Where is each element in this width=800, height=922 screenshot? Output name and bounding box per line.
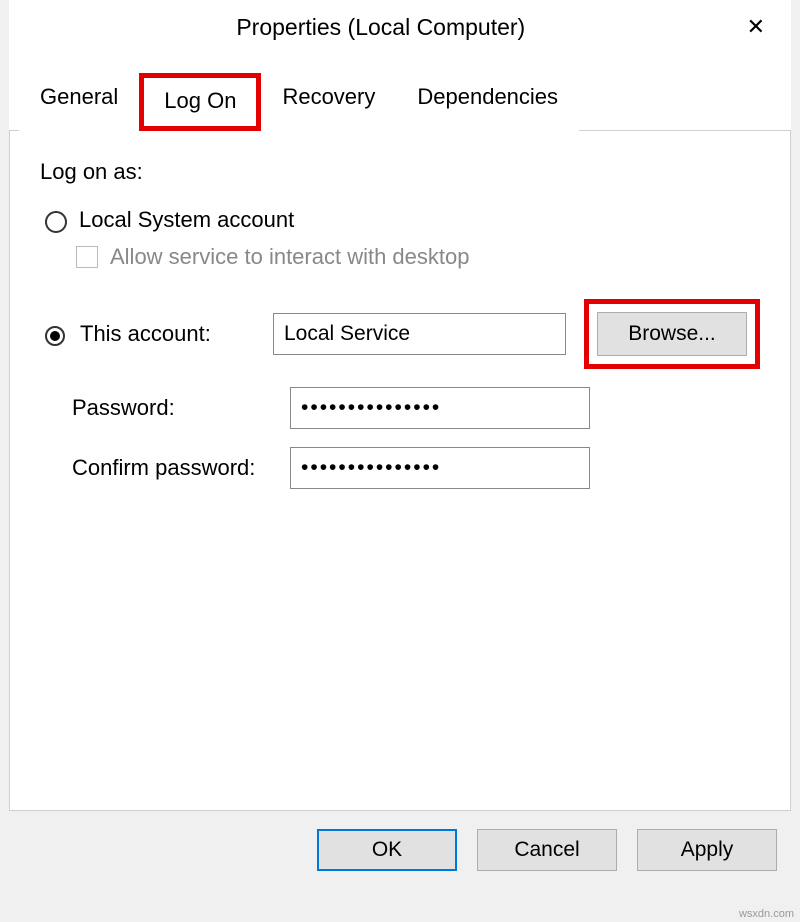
this-account-label: This account: <box>80 321 211 347</box>
confirm-password-row: Confirm password: <box>40 447 760 489</box>
local-system-row: Local System account <box>40 207 760 233</box>
local-system-label: Local System account <box>79 207 294 233</box>
logon-as-label: Log on as: <box>40 159 760 185</box>
close-icon: ✕ <box>747 14 765 39</box>
tab-general[interactable]: General <box>19 73 139 131</box>
confirm-password-input[interactable] <box>290 447 590 489</box>
this-account-radio[interactable] <box>45 326 65 346</box>
cancel-button[interactable]: Cancel <box>477 829 617 871</box>
dialog-title: Properties (Local Computer) <box>25 14 737 41</box>
tab-dependencies[interactable]: Dependencies <box>396 73 579 131</box>
tab-recovery[interactable]: Recovery <box>261 73 396 131</box>
allow-interact-row: Allow service to interact with desktop <box>72 243 760 271</box>
tab-strip: General Log On Recovery Dependencies <box>9 72 791 131</box>
apply-button[interactable]: Apply <box>637 829 777 871</box>
allow-interact-label: Allow service to interact with desktop <box>110 244 470 270</box>
password-input[interactable] <box>290 387 590 429</box>
dialog-button-bar: OK Cancel Apply <box>9 811 791 889</box>
browse-highlight: Browse... <box>584 299 760 369</box>
browse-button[interactable]: Browse... <box>597 312 747 356</box>
tab-content: Log on as: Local System account Allow se… <box>9 131 791 811</box>
account-input[interactable] <box>273 313 566 355</box>
password-label: Password: <box>40 395 290 421</box>
ok-button[interactable]: OK <box>317 829 457 871</box>
properties-dialog: Properties (Local Computer) ✕ General Lo… <box>9 0 791 889</box>
this-account-row: This account: Browse... <box>40 299 760 369</box>
password-row: Password: <box>40 387 760 429</box>
local-system-radio[interactable] <box>45 211 67 233</box>
allow-interact-checkbox <box>76 246 98 268</box>
confirm-password-label: Confirm password: <box>40 455 290 481</box>
titlebar: Properties (Local Computer) ✕ <box>9 0 791 54</box>
watermark: wsxdn.com <box>739 908 794 920</box>
tab-log-on[interactable]: Log On <box>139 73 261 131</box>
close-button[interactable]: ✕ <box>737 12 775 42</box>
